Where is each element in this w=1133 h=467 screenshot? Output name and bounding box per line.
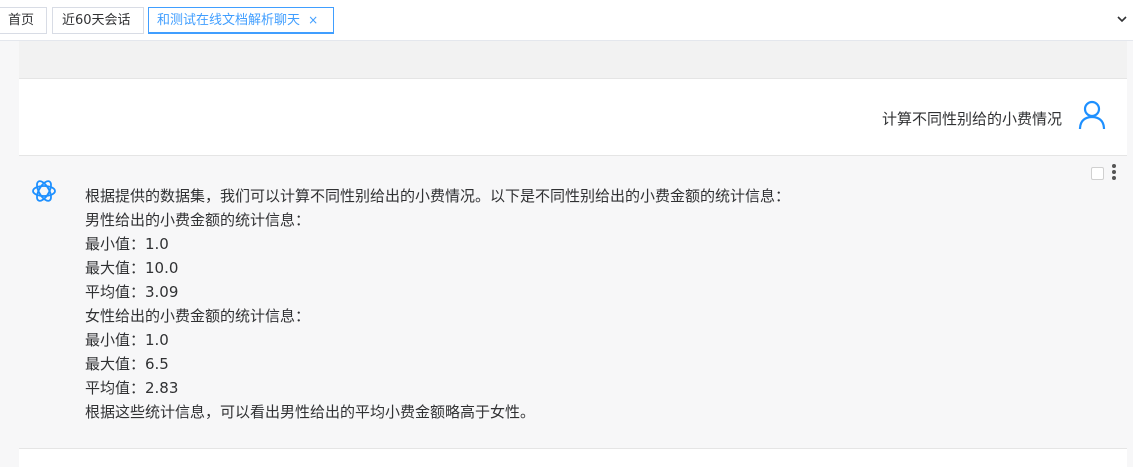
assistant-line: 最大值：6.5 bbox=[85, 355, 169, 373]
tab-recent-sessions[interactable]: 近60天会话 bbox=[52, 7, 144, 34]
more-vertical-icon[interactable] bbox=[1109, 164, 1119, 184]
user-message-row: 计算不同性别给的小费情况 bbox=[19, 78, 1127, 156]
assistant-line: 最小值：1.0 bbox=[85, 331, 169, 349]
assistant-line: 最大值：10.0 bbox=[85, 259, 179, 277]
assistant-line: 女性给出的小费金额的统计信息： bbox=[85, 307, 311, 325]
assistant-line: 根据提供的数据集，我们可以计算不同性别给出的小费情况。以下是不同性别给出的小费金… bbox=[85, 187, 791, 205]
tab-active-label: 和测试在线文档解析聊天 bbox=[157, 13, 301, 28]
assistant-line: 平均值：2.83 bbox=[85, 379, 179, 397]
assistant-message-text: 根据提供的数据集，我们可以计算不同性别给出的小费情况。以下是不同性别给出的小费金… bbox=[85, 184, 1045, 424]
openai-logo-icon bbox=[32, 180, 56, 202]
assistant-line: 男性给出的小费金额的统计信息： bbox=[85, 211, 311, 229]
tab-active-chat[interactable]: 和测试在线文档解析聊天 × bbox=[148, 7, 334, 34]
close-icon[interactable]: × bbox=[308, 13, 318, 27]
tab-home-label: 首页 bbox=[8, 13, 35, 28]
more-dot bbox=[1112, 164, 1116, 168]
tab-home[interactable]: 首页 bbox=[0, 7, 47, 34]
select-message-checkbox[interactable] bbox=[1091, 167, 1104, 180]
chat-bottom-strip bbox=[19, 449, 1127, 467]
tab-recent-label: 近60天会话 bbox=[62, 13, 131, 28]
assistant-message-row: 根据提供的数据集，我们可以计算不同性别给出的小费情况。以下是不同性别给出的小费金… bbox=[19, 156, 1127, 449]
more-dot bbox=[1112, 170, 1116, 174]
assistant-line: 最小值：1.0 bbox=[85, 235, 169, 253]
assistant-line: 根据这些统计信息，可以看出男性给出的平均小费金额略高于女性。 bbox=[85, 403, 536, 421]
user-message-text: 计算不同性别给的小费情况 bbox=[881, 110, 1062, 128]
user-icon bbox=[1078, 100, 1106, 130]
tab-bar: 首页 近60天会话 和测试在线文档解析聊天 × bbox=[0, 0, 1133, 41]
chat-top-strip bbox=[19, 41, 1127, 78]
chevron-down-icon[interactable] bbox=[1115, 12, 1129, 26]
assistant-line: 平均值：3.09 bbox=[85, 283, 179, 301]
more-dot bbox=[1112, 176, 1116, 180]
